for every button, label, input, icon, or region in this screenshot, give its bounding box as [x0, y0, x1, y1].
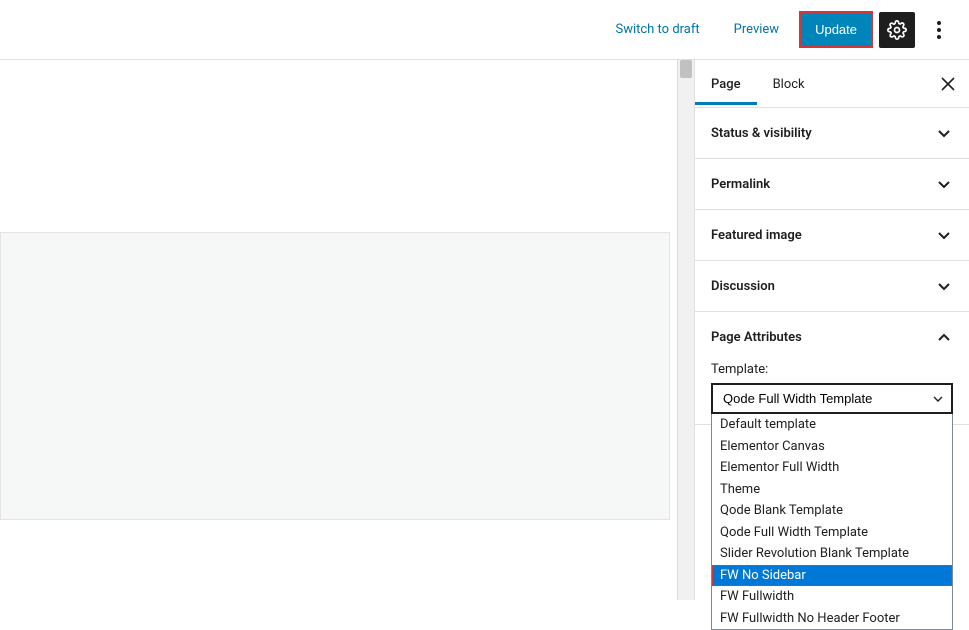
editor-toolbar: Switch to draft Preview Update [0, 0, 969, 60]
template-option[interactable]: Elementor Full Width [712, 457, 952, 479]
panel-title: Permalink [711, 177, 770, 192]
tab-page[interactable]: Page [695, 62, 757, 105]
template-select[interactable]: Qode Full Width Template [711, 383, 953, 414]
panel-page-attributes: Page Attributes Template: Qode Full Widt… [695, 312, 969, 425]
panel-status-visibility: Status & visibility [695, 108, 969, 159]
kebab-icon [937, 21, 941, 39]
template-option[interactable]: Slider Revolution Blank Template [712, 543, 952, 565]
template-option[interactable]: Qode Blank Template [712, 500, 952, 522]
panel-title: Discussion [711, 279, 775, 294]
panel-title: Status & visibility [711, 126, 812, 141]
scrollbar-thumb[interactable] [680, 60, 692, 78]
panel-title: Page Attributes [711, 330, 802, 345]
canvas-scrollbar[interactable] [677, 60, 694, 600]
template-option[interactable]: Qode Full Width Template [712, 522, 952, 544]
panel-page-attributes-body: Template: Qode Full Width Template Defau… [695, 362, 969, 424]
template-select-wrap: Qode Full Width Template Default templat… [711, 383, 953, 414]
panel-permalink-header[interactable]: Permalink [695, 159, 969, 209]
gear-icon [887, 20, 907, 40]
chevron-down-icon [935, 226, 953, 244]
tab-block[interactable]: Block [757, 62, 821, 105]
chevron-down-icon [935, 277, 953, 295]
panel-discussion: Discussion [695, 261, 969, 312]
template-option[interactable]: Theme [712, 479, 952, 501]
sidebar-tabs: Page Block [695, 60, 969, 108]
template-option[interactable]: FW Fullwidth No Header Footer [712, 608, 952, 630]
editor-canvas[interactable] [0, 60, 694, 600]
template-option[interactable]: Default template [712, 414, 952, 436]
chevron-down-icon [935, 175, 953, 193]
template-option[interactable]: Elementor Canvas [712, 436, 952, 458]
template-dropdown: Default templateElementor CanvasElemento… [711, 414, 953, 630]
close-sidebar-button[interactable] [927, 77, 969, 91]
update-button[interactable]: Update [799, 11, 873, 48]
preview-link[interactable]: Preview [720, 14, 793, 45]
panel-page-attributes-header[interactable]: Page Attributes [695, 312, 969, 362]
chevron-up-icon [935, 328, 953, 346]
canvas-empty-block[interactable] [0, 232, 670, 520]
more-options-button[interactable] [921, 12, 957, 48]
chevron-down-icon [935, 124, 953, 142]
settings-button[interactable] [879, 12, 915, 48]
panel-title: Featured image [711, 228, 802, 243]
panel-featured-image-header[interactable]: Featured image [695, 210, 969, 260]
panel-featured-image: Featured image [695, 210, 969, 261]
close-icon [941, 77, 955, 91]
template-option[interactable]: FW Fullwidth [712, 586, 952, 608]
panel-permalink: Permalink [695, 159, 969, 210]
switch-to-draft-link[interactable]: Switch to draft [601, 14, 713, 45]
editor-layout: Page Block Status & visibility Permalin [0, 60, 969, 600]
template-option[interactable]: FW No Sidebar [712, 565, 952, 587]
chevron-down-icon [933, 394, 943, 404]
panel-status-visibility-header[interactable]: Status & visibility [695, 108, 969, 158]
template-label: Template: [711, 362, 953, 377]
panel-discussion-header[interactable]: Discussion [695, 261, 969, 311]
settings-sidebar: Page Block Status & visibility Permalin [694, 60, 969, 600]
template-selected-value: Qode Full Width Template [723, 391, 872, 406]
